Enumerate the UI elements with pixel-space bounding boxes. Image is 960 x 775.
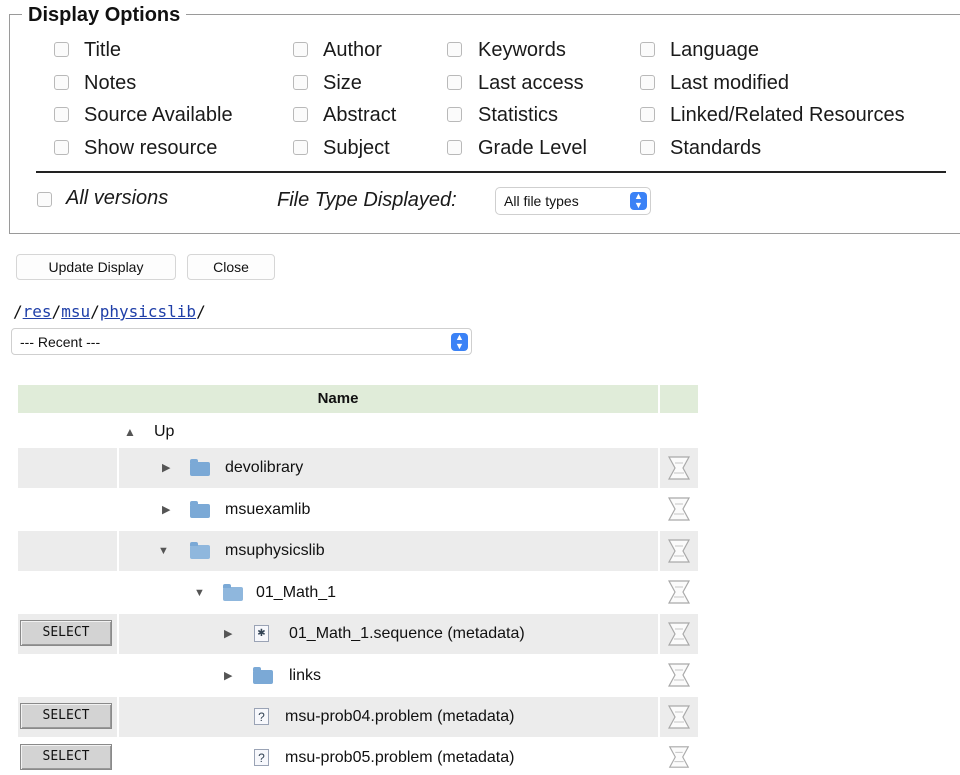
file-type-label: File Type Displayed: <box>277 189 457 211</box>
statistics-label: Statistics <box>478 104 559 126</box>
grade-level-checkbox[interactable] <box>447 140 462 155</box>
show-resource-label: Show resource <box>84 137 218 159</box>
metadata-icon[interactable] <box>666 454 692 482</box>
table-row: SELECT ? msu-prob05.problem (metadata) <box>18 738 698 775</box>
expand-arrow-icon[interactable]: ▶ <box>224 670 232 682</box>
size-label: Size <box>323 72 362 94</box>
folder-open-icon <box>190 542 210 559</box>
notes-checkbox[interactable] <box>54 75 69 90</box>
update-display-button[interactable]: Update Display <box>16 254 176 280</box>
folder-icon <box>190 501 210 518</box>
linked-related-resources-checkbox[interactable] <box>640 107 655 122</box>
metadata-icon[interactable] <box>666 578 692 606</box>
linked-related-resources-label: Linked/Related Resources <box>670 104 905 126</box>
expand-arrow-icon[interactable]: ▶ <box>162 462 170 474</box>
select-button[interactable]: SELECT <box>20 703 112 729</box>
close-button[interactable]: Close <box>187 254 275 280</box>
question-file-icon: ? <box>254 749 269 766</box>
metadata-icon[interactable] <box>666 703 692 731</box>
up-label[interactable]: Up <box>154 422 174 442</box>
row-name[interactable]: devolibrary <box>225 458 303 478</box>
row-name[interactable]: msuphysicslib <box>225 541 325 561</box>
abstract-checkbox[interactable] <box>293 107 308 122</box>
table-row: ▼ msuphysicslib <box>18 531 698 571</box>
last-modified-checkbox[interactable] <box>640 75 655 90</box>
table-row: SELECT ▶ ✱ 01_Math_1.sequence (metadata) <box>18 614 698 654</box>
standards-checkbox[interactable] <box>640 140 655 155</box>
metadata-icon[interactable] <box>666 744 692 770</box>
size-checkbox[interactable] <box>293 75 308 90</box>
language-checkbox[interactable] <box>640 42 655 57</box>
language-label: Language <box>670 39 759 61</box>
select-button[interactable]: SELECT <box>20 744 112 770</box>
table-row: ▶ msuexamlib <box>18 489 698 529</box>
all-versions-checkbox[interactable] <box>37 192 52 207</box>
statistics-checkbox[interactable] <box>447 107 462 122</box>
table-row: SELECT ? msu-prob04.problem (metadata) <box>18 697 698 737</box>
expand-arrow-icon[interactable]: ▶ <box>162 504 170 516</box>
last-access-checkbox[interactable] <box>447 75 462 90</box>
row-name[interactable]: links <box>289 666 321 686</box>
recent-select-value: --- Recent --- <box>20 334 101 350</box>
metadata-icon[interactable] <box>666 537 692 565</box>
folder-icon <box>253 667 273 684</box>
row-name[interactable]: 01_Math_1 <box>256 583 336 603</box>
row-name[interactable]: msu-prob04.problem (metadata) <box>285 707 514 727</box>
source-available-label: Source Available <box>84 104 233 126</box>
metadata-icon[interactable] <box>666 661 692 689</box>
title-label: Title <box>84 39 122 61</box>
source-available-checkbox[interactable] <box>54 107 69 122</box>
breadcrumb-msu[interactable]: msu <box>61 302 90 321</box>
last-modified-label: Last modified <box>670 72 789 94</box>
table-row: ▼ 01_Math_1 <box>18 572 698 612</box>
author-label: Author <box>323 39 382 61</box>
breadcrumb: /res/msu/physicslib/ <box>13 302 206 321</box>
subject-label: Subject <box>323 137 390 159</box>
title-checkbox[interactable] <box>54 42 69 57</box>
standards-label: Standards <box>670 137 762 159</box>
breadcrumb-physicslib[interactable]: physicslib <box>100 302 196 321</box>
options-divider <box>36 171 946 173</box>
notes-label: Notes <box>84 72 137 94</box>
collapse-arrow-icon[interactable]: ▼ <box>158 545 169 557</box>
recent-select[interactable]: --- Recent --- ▲ ▼ <box>11 328 472 355</box>
keywords-label: Keywords <box>478 39 566 61</box>
row-name[interactable]: 01_Math_1.sequence (metadata) <box>289 624 525 644</box>
show-resource-checkbox[interactable] <box>54 140 69 155</box>
folder-icon <box>190 459 210 476</box>
table-row: ▶ links <box>18 655 698 695</box>
expand-arrow-icon[interactable]: ▶ <box>224 628 232 640</box>
all-versions-label: All versions <box>66 187 169 209</box>
table-row: ▶ devolibrary <box>18 448 698 488</box>
name-column-header: Name <box>18 385 658 413</box>
metadata-icon[interactable] <box>666 620 692 648</box>
display-options-legend: Display Options <box>22 2 187 28</box>
metadata-column-header <box>660 385 698 413</box>
sequence-file-icon: ✱ <box>254 625 269 642</box>
select-stepper-icon: ▲ ▼ <box>630 192 647 210</box>
author-checkbox[interactable] <box>293 42 308 57</box>
up-row[interactable]: ▲ Up <box>18 412 698 452</box>
folder-open-icon <box>223 584 243 601</box>
select-button[interactable]: SELECT <box>20 620 112 646</box>
metadata-icon[interactable] <box>666 495 692 523</box>
abstract-label: Abstract <box>323 104 397 126</box>
last-access-label: Last access <box>478 72 584 94</box>
select-stepper-icon: ▲ ▼ <box>451 333 468 351</box>
subject-checkbox[interactable] <box>293 140 308 155</box>
row-name[interactable]: msuexamlib <box>225 500 310 520</box>
grade-level-label: Grade Level <box>478 137 587 159</box>
row-name[interactable]: msu-prob05.problem (metadata) <box>285 748 514 768</box>
up-arrow-icon: ▲ <box>124 425 136 439</box>
collapse-arrow-icon[interactable]: ▼ <box>194 587 205 599</box>
breadcrumb-res[interactable]: res <box>23 302 52 321</box>
file-type-select-value: All file types <box>504 193 579 209</box>
file-type-select[interactable]: All file types ▲ ▼ <box>495 187 651 215</box>
keywords-checkbox[interactable] <box>447 42 462 57</box>
question-file-icon: ? <box>254 708 269 725</box>
